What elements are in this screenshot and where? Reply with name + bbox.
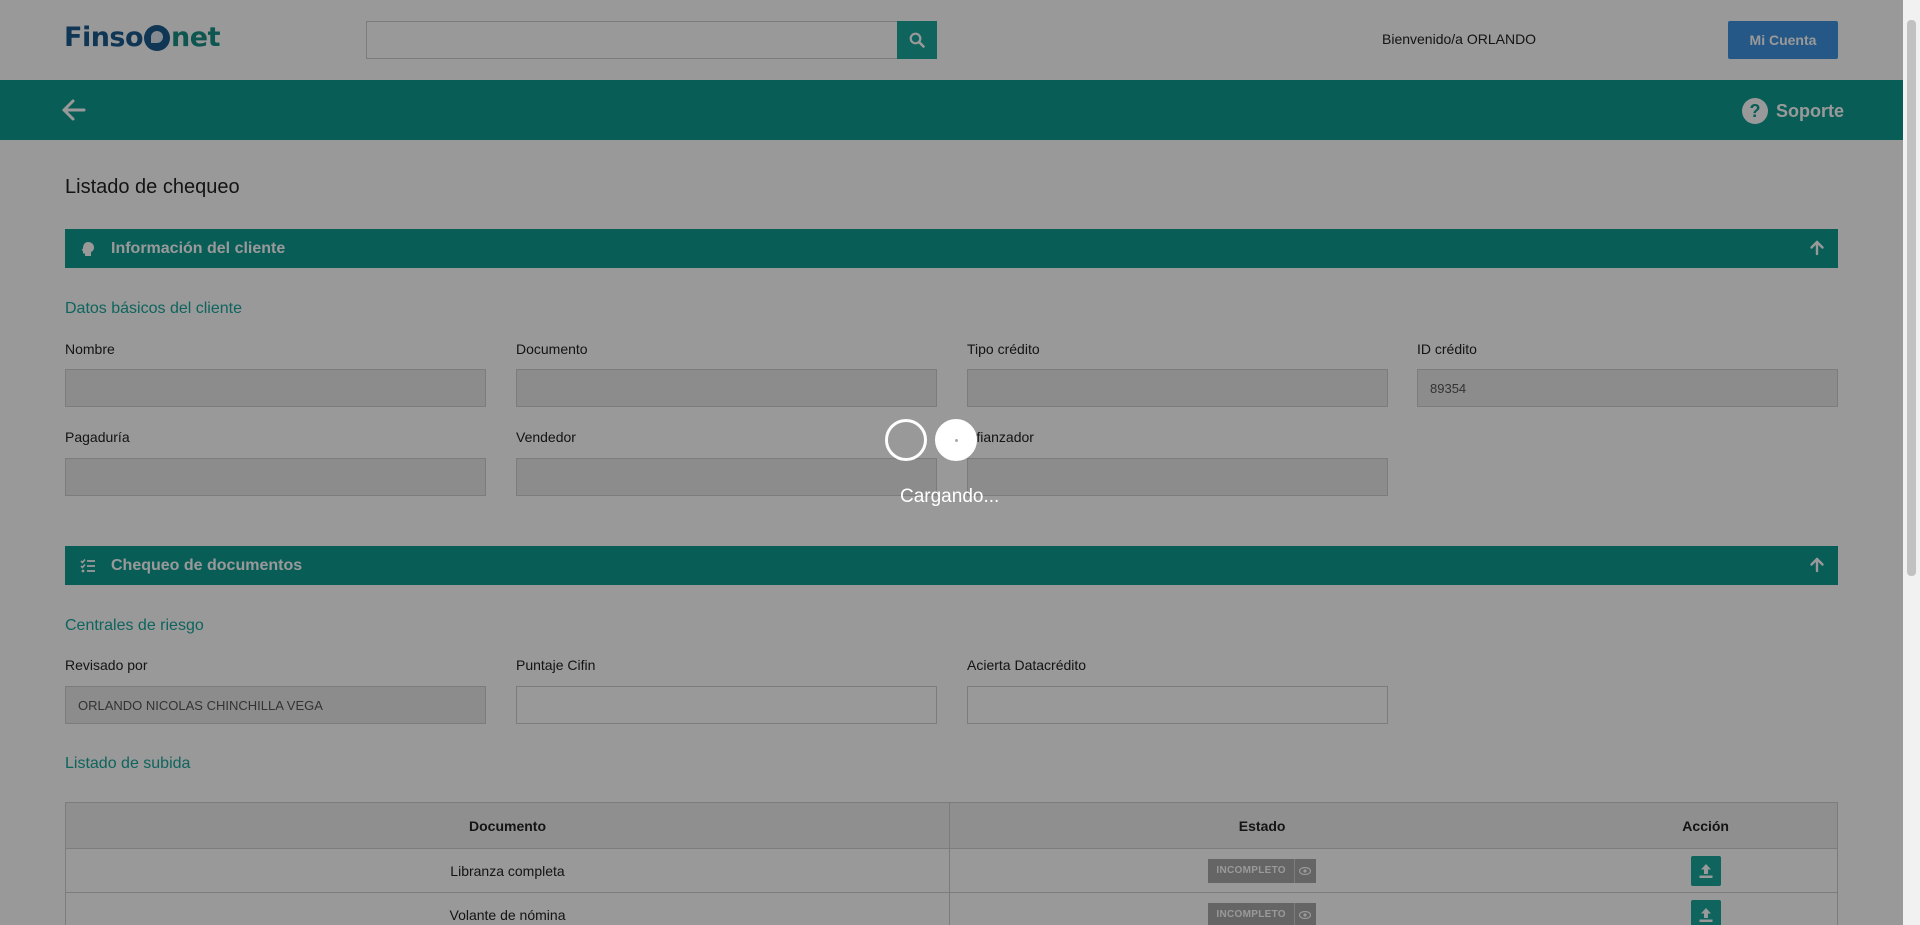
page-scrollbar[interactable] <box>1903 0 1920 925</box>
spinner-ring-icon <box>885 419 927 461</box>
loading-overlay: Cargando... <box>0 0 1903 925</box>
spinner-dot-icon <box>935 419 977 461</box>
scrollbar-thumb[interactable] <box>1907 20 1916 576</box>
loading-spinner <box>885 419 977 461</box>
loading-text: Cargando... <box>900 486 1000 507</box>
